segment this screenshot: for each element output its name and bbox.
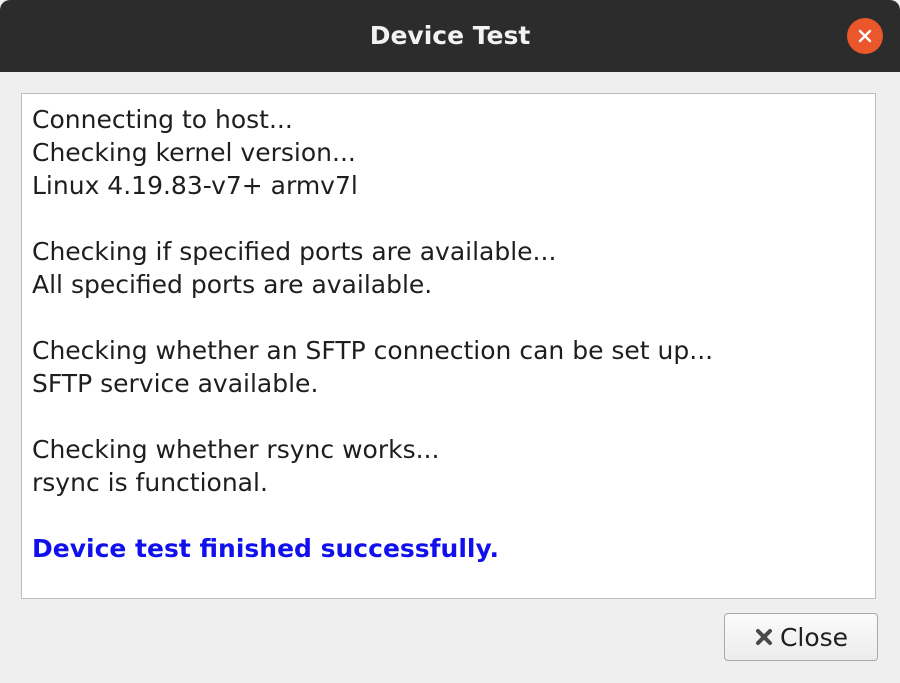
log-line: Checking if specified ports are availabl…: [32, 237, 557, 266]
log-line: Linux 4.19.83-v7+ armv7l: [32, 171, 358, 200]
close-icon: [858, 29, 872, 43]
log-line: SFTP service available.: [32, 369, 319, 398]
log-line: All specified ports are available.: [32, 270, 433, 299]
log-line: Checking whether rsync works...: [32, 435, 440, 464]
title-bar[interactable]: Device Test: [0, 0, 900, 72]
success-message: Device test finished successfully.: [32, 534, 499, 563]
log-line: Checking kernel version...: [32, 138, 356, 167]
test-output-log[interactable]: Connecting to host... Checking kernel ve…: [21, 93, 876, 599]
x-icon: [754, 627, 774, 647]
window-close-button[interactable]: [847, 18, 883, 54]
device-test-dialog: Device Test Connecting to host... Checki…: [0, 0, 900, 683]
log-line: Checking whether an SFTP connection can …: [32, 336, 714, 365]
close-button[interactable]: Close: [724, 613, 878, 661]
close-button-label: Close: [779, 622, 849, 652]
window-title: Device Test: [369, 21, 531, 50]
log-line: Connecting to host...: [32, 105, 293, 134]
log-line: rsync is functional.: [32, 468, 268, 497]
